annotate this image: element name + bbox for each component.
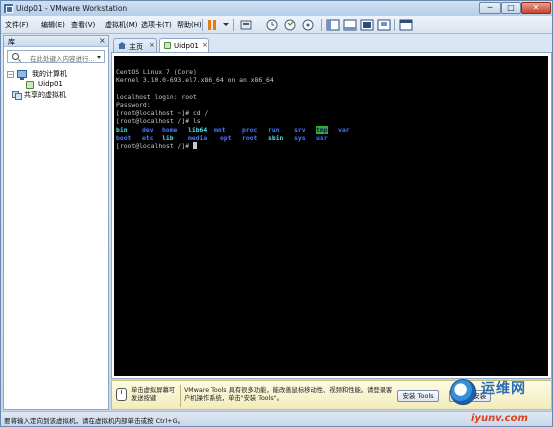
toolbar-separator <box>394 19 395 31</box>
minimize-button[interactable]: ─ <box>479 2 501 14</box>
ls-output-row-2: boot etc lib media opt root sbin sys usr <box>116 134 546 142</box>
install-tools-button[interactable]: 安装 Tools <box>397 390 439 402</box>
ls-entry: boot <box>116 133 132 142</box>
watermark-globe-icon <box>450 379 476 405</box>
vmware-app-icon <box>4 4 13 13</box>
power-dropdown-icon[interactable] <box>223 23 229 26</box>
library-title: 库 <box>8 38 15 46</box>
snapshot-manager-icon[interactable] <box>301 18 315 32</box>
thumbnail-bar-icon[interactable] <box>343 18 357 32</box>
ls-entry: dev <box>142 125 154 134</box>
vmware-tools-message: VMware Tools 具有很多功能，能改善鼠标移动性、视频和性能。请登录客户… <box>184 387 393 402</box>
console-line: Password: <box>116 100 151 109</box>
full-screen-icon[interactable] <box>360 18 374 32</box>
tab-home-close-icon[interactable]: × <box>149 41 155 49</box>
console-view-icon[interactable] <box>399 18 413 32</box>
menu-view[interactable]: 查看(V) <box>71 20 95 30</box>
vmware-window: Uidp01 - VMware Workstation ─ □ ✕ 文件(F) … <box>0 0 553 427</box>
title-bar: Uidp01 - VMware Workstation ─ □ ✕ <box>1 1 552 16</box>
ls-entry: usr <box>316 133 328 142</box>
ls-entry: sbin <box>268 133 284 142</box>
tab-vm[interactable]: Uidp01 × <box>159 38 209 53</box>
search-icon <box>12 53 19 60</box>
console-line: [root@localhost /]# ls <box>116 117 201 126</box>
vm-tab-icon <box>164 42 171 49</box>
library-panel: 库 × 在此处键入内容进行... − 我的计算机 Uidp01 共享的虚拟机 <box>3 35 109 410</box>
ls-entry: root <box>242 133 258 142</box>
send-ctrl-alt-del-icon[interactable] <box>239 18 253 32</box>
library-search-placeholder: 在此处键入内容进行... <box>30 55 95 63</box>
toolbar-separator <box>233 19 234 31</box>
watermark-chinese-text: 运维网 <box>481 381 526 397</box>
console-line: CentOS Linux 7 (Core) <box>116 68 197 77</box>
home-icon <box>118 42 126 49</box>
revert-snapshot-icon[interactable] <box>283 18 297 32</box>
tree-item-my-computer[interactable]: 我的计算机 <box>32 69 67 79</box>
ls-entry: sys <box>294 133 306 142</box>
console-cursor <box>192 141 197 149</box>
ls-entry-highlighted: tmp <box>316 125 328 134</box>
menu-tabs[interactable]: 选项卡(T) <box>141 20 172 30</box>
ls-entry: var <box>338 125 350 134</box>
ls-entry: lib <box>162 133 174 142</box>
shared-vms-icon <box>12 91 22 100</box>
search-dropdown-icon[interactable] <box>97 56 101 59</box>
computer-icon <box>17 70 27 80</box>
unity-icon[interactable] <box>377 18 391 32</box>
status-bar: 要将输入定向到该虚拟机，请在虚拟机内部单击或按 Ctrl+G。 <box>1 411 552 426</box>
tools-separator <box>180 385 181 407</box>
toolbar-separator <box>321 19 322 31</box>
ls-entry: media <box>188 133 208 142</box>
window-title: Uidp01 - VMware Workstation <box>16 4 128 13</box>
watermark-domain-text: iyunv.com <box>471 413 528 424</box>
tree-item-shared-vms[interactable]: 共享的虚拟机 <box>24 90 66 100</box>
console-line: localhost login: root <box>116 92 197 101</box>
toolbar-separator <box>202 19 203 31</box>
pause-icon[interactable] <box>206 19 218 31</box>
maximize-button[interactable]: □ <box>501 2 521 14</box>
console-line: [root@localhost ~]# cd / <box>116 109 209 118</box>
tab-home[interactable]: 主页 × <box>113 38 157 52</box>
vm-icon <box>26 81 34 89</box>
ls-entry: lib64 <box>188 125 208 134</box>
menu-vm[interactable]: 虚拟机(M) <box>105 20 138 30</box>
tree-collapse-icon[interactable]: − <box>7 71 14 78</box>
menu-file[interactable]: 文件(F) <box>5 20 29 30</box>
watermark-logo: 运维网 <box>448 375 552 413</box>
ls-entry: bin <box>116 125 128 134</box>
tab-home-label: 主页 <box>129 43 143 51</box>
ls-entry: proc <box>242 125 258 134</box>
click-hint-text: 单击虚拟屏幕可发送按键 <box>131 387 176 402</box>
menu-help[interactable]: 帮助(H) <box>177 20 202 30</box>
ls-entry: etc <box>142 133 154 142</box>
tab-vm-label: Uidp01 <box>174 42 199 50</box>
tab-vm-close-icon[interactable]: × <box>202 41 208 49</box>
console-final-prompt: [root@localhost /]# <box>116 141 193 150</box>
ls-entry: opt <box>220 133 232 142</box>
console-line: Kernel 3.10.0-693.el7.x86_64 on an x86_6… <box>116 76 274 85</box>
show-library-icon[interactable] <box>326 18 340 32</box>
ls-entry: mnt <box>214 125 226 134</box>
menu-bar: 文件(F) 编辑(E) 查看(V) 虚拟机(M) 选项卡(T) 帮助(H) <box>1 16 552 34</box>
library-search-input[interactable]: 在此处键入内容进行... <box>7 50 105 63</box>
snapshot-icon[interactable] <box>265 18 279 32</box>
library-header: 库 × <box>4 36 108 47</box>
menu-edit[interactable]: 编辑(E) <box>41 20 65 30</box>
console-prompt-line: [root@localhost /]# <box>116 141 546 150</box>
ls-entry: home <box>162 125 178 134</box>
mouse-icon <box>116 388 127 401</box>
ls-entry: srv <box>294 125 306 134</box>
close-button[interactable]: ✕ <box>521 2 551 14</box>
ls-entry: run <box>268 125 280 134</box>
tree-item-vm[interactable]: Uidp01 <box>38 80 63 88</box>
status-message: 要将输入定向到该虚拟机，请在虚拟机内部单击或按 Ctrl+G。 <box>4 417 185 425</box>
library-close-icon[interactable]: × <box>99 36 106 45</box>
vm-console-screen[interactable]: CentOS Linux 7 (Core) Kernel 3.10.0-693.… <box>114 56 548 376</box>
ls-output-row-1: bin dev home lib64 mnt proc run srv tmp … <box>116 125 546 134</box>
